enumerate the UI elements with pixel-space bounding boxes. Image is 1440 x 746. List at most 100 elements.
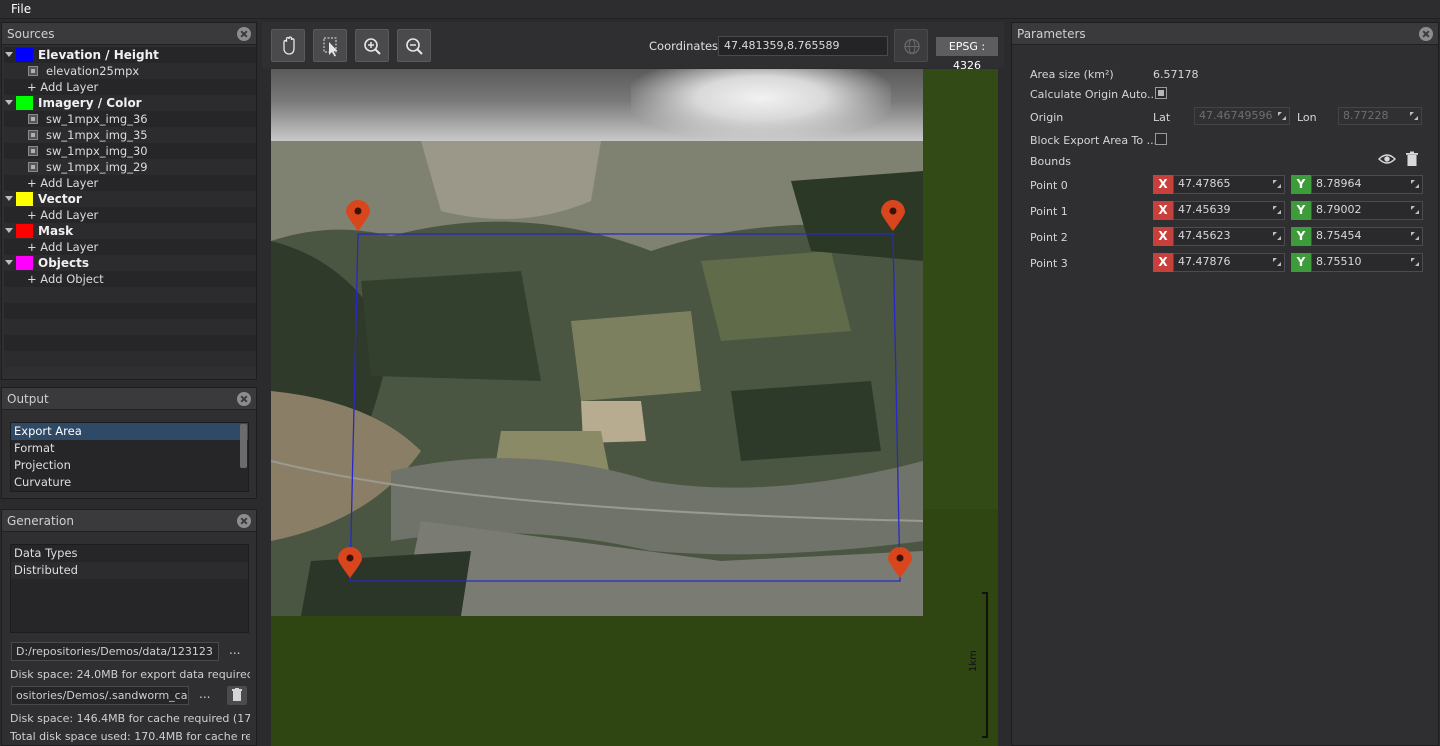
output-item[interactable]: Format [11,440,248,457]
close-icon[interactable] [237,514,251,528]
expand-arrow-icon[interactable] [5,52,13,57]
scale-bar-label: 1km [968,650,979,672]
source-group-2[interactable]: Vector [4,191,256,207]
add-layer-row[interactable]: + Add Layer [4,79,256,95]
output-item[interactable]: Export Area [11,423,248,440]
layer-checkbox[interactable] [28,130,38,140]
eye-icon[interactable] [1378,151,1396,167]
source-group-1[interactable]: Imagery / Color [4,95,256,111]
marker-point-3[interactable] [338,547,362,578]
layer-checkbox[interactable] [28,162,38,172]
cache-browse-button[interactable]: ... [199,687,210,701]
cache-path-field[interactable]: ositories/Demos/.sandworm_cache [11,686,189,705]
expand-arrow-icon[interactable] [5,228,13,233]
menu-file[interactable]: File [11,2,31,16]
select-tool-button[interactable] [313,29,347,62]
calculate-origin-label: Calculate Origin Auto... [1030,88,1158,101]
zoom-in-icon [364,38,381,55]
add-layer-button[interactable]: + Add Layer [27,80,98,94]
calculate-origin-checkbox[interactable] [1155,87,1167,99]
resize-icon [1273,206,1281,214]
add-layer-row[interactable]: + Add Layer [4,175,256,191]
close-icon[interactable] [237,392,251,406]
sources-tree: Elevation / Height elevation25mpx + Add La… [4,47,256,367]
add-layer-row[interactable]: + Add Layer [4,239,256,255]
marker-point-2[interactable] [888,547,912,578]
add-layer-row[interactable]: + Add Layer [4,207,256,223]
point-y-field[interactable]: 8.79002 [1311,201,1423,220]
source-group-0[interactable]: Elevation / Height [4,47,256,63]
generation-item[interactable]: Data Types [11,545,248,562]
group-color-swatch[interactable] [16,96,33,110]
output-scrollbar[interactable] [240,424,247,468]
point-x-field[interactable]: 47.45623 [1173,227,1285,246]
group-color-swatch[interactable] [16,192,33,206]
output-item[interactable]: Curvature [11,474,248,491]
point-x-value: 47.45623 [1178,229,1231,242]
group-color-swatch[interactable] [16,48,33,62]
layer-checkbox[interactable] [28,66,38,76]
point-y-field[interactable]: 8.78964 [1311,175,1423,194]
zoom-out-button[interactable] [397,29,431,62]
resize-icon [1411,258,1419,266]
source-layer[interactable]: sw_1mpx_img_35 [4,127,256,143]
origin-lat-field[interactable]: 47.46749596 [1194,107,1290,125]
close-icon[interactable] [237,27,251,41]
pan-tool-button[interactable] [271,29,305,62]
point-x-field[interactable]: 47.47865 [1173,175,1285,194]
block-export-checkbox[interactable] [1155,133,1167,145]
layer-label: sw_1mpx_img_30 [46,144,148,158]
source-group-label: Elevation / Height [38,48,159,62]
source-group-3[interactable]: Mask [4,223,256,239]
expand-arrow-icon[interactable] [5,260,13,265]
point-y-field[interactable]: 8.75510 [1311,253,1423,272]
trash-icon[interactable] [1405,151,1419,167]
point-y-field[interactable]: 8.75454 [1311,227,1423,246]
source-layer[interactable]: sw_1mpx_img_29 [4,159,256,175]
generation-item[interactable]: Distributed [11,562,248,579]
marker-point-0[interactable] [346,200,370,231]
point-label: Point 1 [1030,205,1068,218]
source-layer[interactable]: sw_1mpx_img_30 [4,143,256,159]
point-x-value: 47.47876 [1178,255,1231,268]
add-layer-button[interactable]: + Add Object [27,272,104,286]
layer-checkbox[interactable] [28,146,38,156]
map-canvas[interactable] [271,69,998,746]
generation-header: Generation [2,510,256,532]
clear-cache-button[interactable] [227,686,247,705]
origin-lat-value: 47.46749596 [1199,109,1273,122]
source-group-4[interactable]: Objects [4,255,256,271]
expand-arrow-icon[interactable] [5,196,13,201]
output-item[interactable]: Projection [11,457,248,474]
expand-arrow-icon[interactable] [5,100,13,105]
export-browse-button[interactable]: ... [229,643,240,657]
layer-checkbox[interactable] [28,114,38,124]
source-layer[interactable]: elevation25mpx [4,63,256,79]
y-axis-tag: Y [1291,227,1311,246]
close-icon[interactable] [1419,27,1433,41]
coordinates-label: Coordinates: [649,39,722,53]
add-layer-button[interactable]: + Add Layer [27,176,98,190]
coordinates-field[interactable]: 47.481359,8.765589 [718,36,888,56]
layer-label: elevation25mpx [46,64,140,78]
add-layer-button[interactable]: + Add Layer [27,208,98,222]
add-layer-button[interactable]: + Add Layer [27,240,98,254]
projection-button[interactable] [894,29,928,62]
map-toolbar: Coordinates: 47.481359,8.765589 EPSG : 4… [262,22,1004,72]
add-layer-row[interactable]: + Add Object [4,271,256,287]
epsg-badge[interactable]: EPSG : 4326 [936,37,998,72]
origin-lon-field[interactable]: 8.77228 [1338,107,1422,125]
resize-icon [1273,180,1281,188]
group-color-swatch[interactable] [16,256,33,270]
export-path-field[interactable]: D:/repositories/Demos/data/123123 [11,642,219,661]
generation-list: Data Types Distributed [10,544,249,633]
point-x-field[interactable]: 47.47876 [1173,253,1285,272]
source-layer[interactable]: sw_1mpx_img_36 [4,111,256,127]
layer-label: sw_1mpx_img_29 [46,160,148,174]
group-color-swatch[interactable] [16,224,33,238]
sources-header: Sources [2,23,256,45]
marker-point-1[interactable] [881,200,905,231]
point-x-field[interactable]: 47.45639 [1173,201,1285,220]
zoom-in-button[interactable] [355,29,389,62]
x-axis-tag: X [1153,201,1173,220]
